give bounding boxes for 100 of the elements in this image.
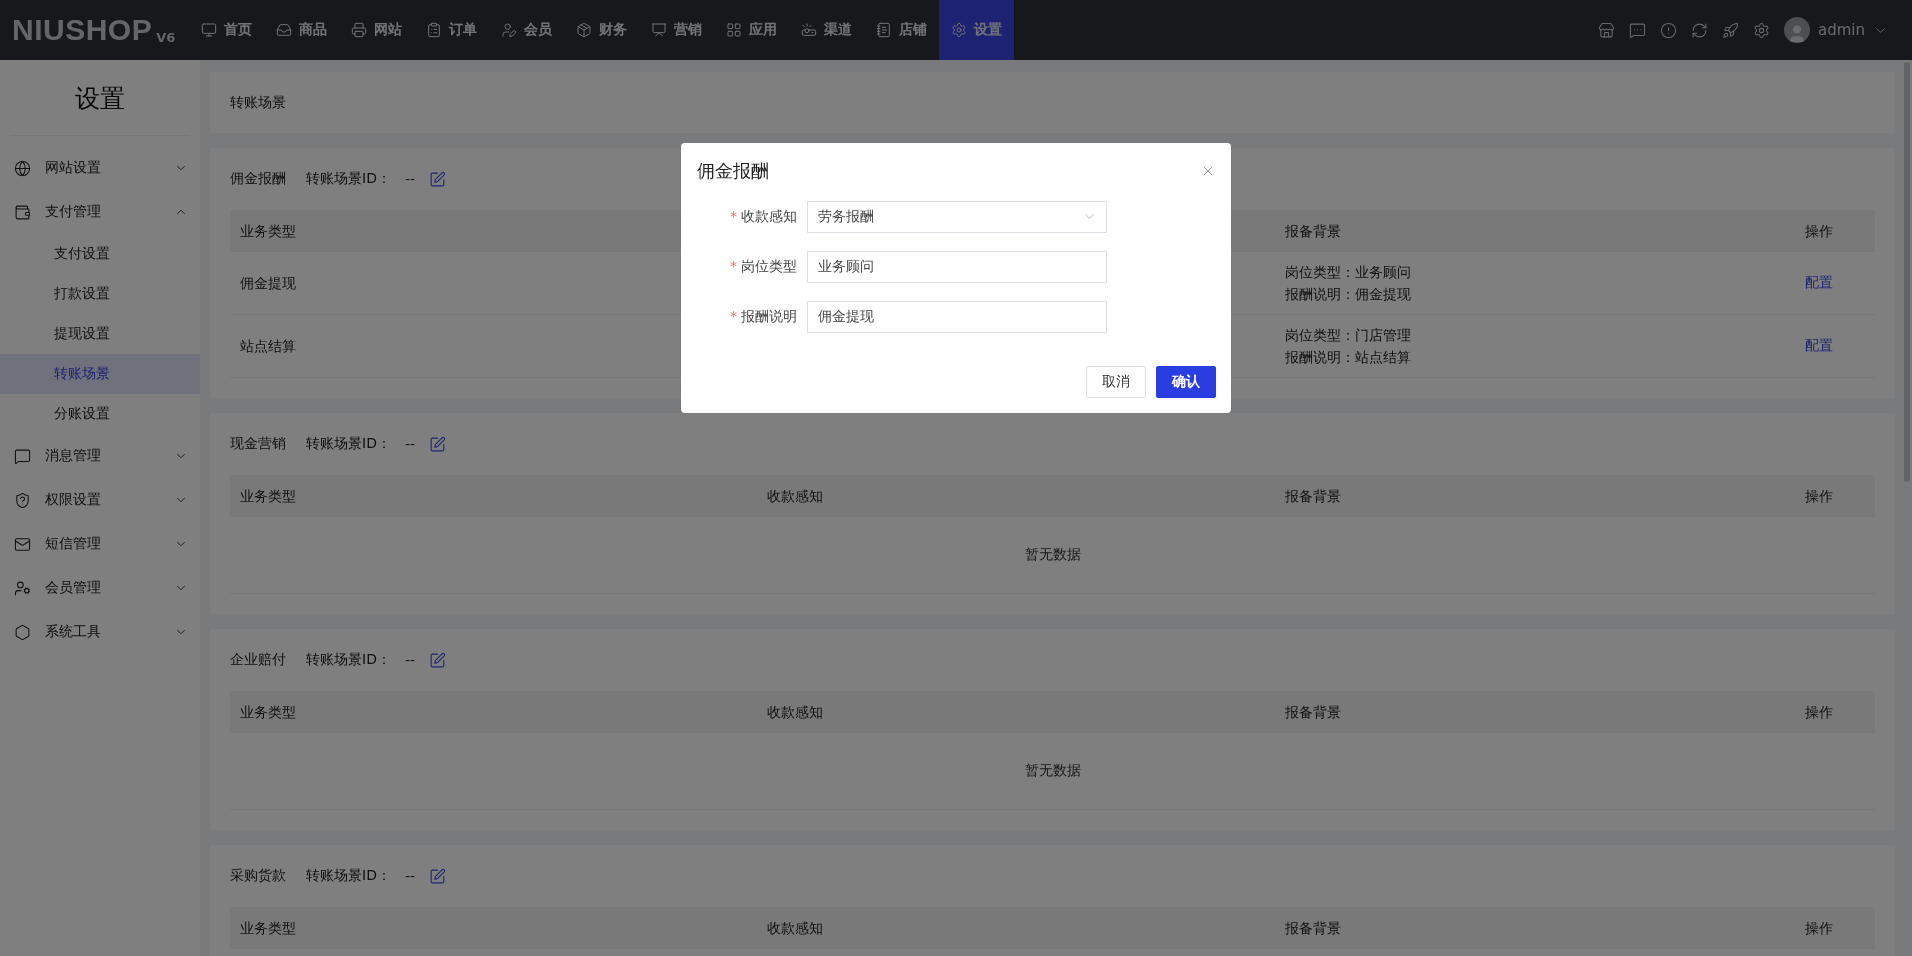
store-icon[interactable] <box>1598 21 1615 39</box>
table-cell-text: 佣金提现 <box>239 274 297 293</box>
nav-tab[interactable]: 应用 <box>714 0 790 60</box>
nav-tab[interactable]: 设置 <box>939 0 1015 60</box>
column-header: 操作 <box>1804 221 1834 241</box>
sidebar-item[interactable]: 网站设置 <box>0 146 200 190</box>
sidebar-item[interactable]: 会员管理 <box>0 566 200 610</box>
inbox-icon <box>276 22 293 38</box>
table-cell-text: 岗位类型：门店管理 <box>1284 326 1412 345</box>
edit-icon[interactable] <box>429 651 447 669</box>
input-field[interactable]: 业务顾问 <box>807 251 1107 283</box>
monitor-icon <box>201 22 218 38</box>
empty-text: 暂无数据 <box>1024 546 1081 564</box>
scene-id-label: 转账场景ID： <box>306 651 391 669</box>
logo: NIUSHOP <box>12 13 153 47</box>
refresh-icon[interactable] <box>1691 21 1708 39</box>
nav-tab[interactable]: 商品 <box>264 0 340 60</box>
edit-icon[interactable] <box>429 435 447 453</box>
user-icon <box>501 22 518 38</box>
sidebar-subitem[interactable]: 提现设置 <box>0 314 200 354</box>
sidebar-subitem[interactable]: 支付设置 <box>0 234 200 274</box>
column-header: 收款感知 <box>766 486 824 506</box>
column-header: 收款感知 <box>766 918 824 938</box>
column-header: 操作 <box>1804 702 1834 722</box>
field-label: * 报酬说明 <box>729 308 798 326</box>
alert-icon[interactable] <box>1660 21 1677 39</box>
screen-icon <box>801 22 818 38</box>
chart-board-icon <box>651 22 668 38</box>
user-name[interactable]: admin <box>1818 21 1865 39</box>
table-cell-text: 报酬说明：佣金提现 <box>1284 285 1412 304</box>
column-header: 操作 <box>1804 918 1834 938</box>
cancel-button[interactable]: 取消 <box>1086 366 1146 398</box>
sidebar-subitem[interactable]: 打款设置 <box>0 274 200 314</box>
column-header: 操作 <box>1804 486 1834 506</box>
column-header: 业务类型 <box>239 486 297 506</box>
settings-icon <box>951 22 968 38</box>
settings-icon[interactable] <box>1753 21 1770 39</box>
nav-tab[interactable]: 会员 <box>489 0 565 60</box>
section-title: 佣金报酬 <box>230 170 286 188</box>
sidebar-subitem[interactable]: 分账设置 <box>0 394 200 434</box>
nav-tab[interactable]: 网站 <box>339 0 415 60</box>
avatar-icon[interactable] <box>1784 17 1810 43</box>
package-icon <box>576 22 593 38</box>
sidebar-item[interactable]: 权限设置 <box>0 478 200 522</box>
sidebar-subitem[interactable]: 转账场景 <box>0 354 200 394</box>
scene-id-value: -- <box>404 436 416 452</box>
scrollbar[interactable] <box>1904 60 1912 956</box>
column-header: 业务类型 <box>239 918 297 938</box>
section-title: 现金营销 <box>230 435 286 453</box>
configure-link[interactable]: 配置 <box>1795 337 1833 355</box>
nav-tab[interactable]: 财务 <box>564 0 640 60</box>
sidebar-item[interactable]: 消息管理 <box>0 434 200 478</box>
column-header: 报备背景 <box>1284 221 1342 241</box>
scene-id-value: -- <box>404 652 416 668</box>
field-label: * 收款感知 <box>729 208 798 226</box>
clipboard-icon <box>426 22 443 38</box>
printer-icon <box>351 22 368 38</box>
nav-tab[interactable]: 营销 <box>639 0 715 60</box>
scene-id-value: -- <box>404 868 416 884</box>
section-title: 采购货款 <box>230 867 286 885</box>
column-header: 报备背景 <box>1284 702 1342 722</box>
column-header: 报备背景 <box>1284 918 1342 938</box>
message-icon <box>14 447 31 465</box>
hexagon-icon <box>14 623 31 641</box>
nav-tab[interactable]: 订单 <box>414 0 490 60</box>
sidebar-item[interactable]: 短信管理 <box>0 522 200 566</box>
confirm-button[interactable]: 确认 <box>1156 366 1216 398</box>
logo-version: V6 <box>156 30 176 47</box>
page-title: 转账场景 <box>230 93 286 112</box>
input-field[interactable]: 佣金提现 <box>807 301 1107 333</box>
sidebar-item[interactable]: 系统工具 <box>0 610 200 654</box>
empty-text: 暂无数据 <box>1024 762 1081 780</box>
globe-icon <box>14 159 31 177</box>
sidebar-item[interactable]: 支付管理 <box>0 190 200 234</box>
sidebar-title: 设置 <box>10 60 190 136</box>
shield-icon <box>14 491 31 509</box>
nav-tab[interactable]: 首页 <box>189 0 265 60</box>
scene-id-label: 转账场景ID： <box>306 170 391 188</box>
column-header: 业务类型 <box>239 702 297 722</box>
scene-id-label: 转账场景ID： <box>306 435 391 453</box>
field-label: * 岗位类型 <box>729 258 798 276</box>
user-gear-icon <box>14 579 31 597</box>
nav-tab[interactable]: 渠道 <box>789 0 865 60</box>
table-cell-text: 站点结算 <box>239 337 297 356</box>
column-header: 收款感知 <box>766 702 824 722</box>
select-field[interactable]: 劳务报酬 <box>807 201 1107 233</box>
message-icon[interactable] <box>1629 21 1646 39</box>
wallet-icon <box>14 203 31 221</box>
column-header: 业务类型 <box>239 221 297 241</box>
section-title: 企业赔付 <box>230 651 286 669</box>
scene-id-label: 转账场景ID： <box>306 867 391 885</box>
configure-link[interactable]: 配置 <box>1795 274 1833 292</box>
table-cell-text: 报酬说明：站点结算 <box>1284 348 1412 367</box>
mail-icon <box>14 535 31 553</box>
scene-id-value: -- <box>404 171 416 187</box>
edit-icon[interactable] <box>429 170 447 188</box>
table-cell-text: 岗位类型：业务顾问 <box>1284 263 1412 282</box>
rocket-icon[interactable] <box>1722 21 1739 39</box>
column-header: 报备背景 <box>1284 486 1342 506</box>
edit-icon[interactable] <box>429 867 447 885</box>
